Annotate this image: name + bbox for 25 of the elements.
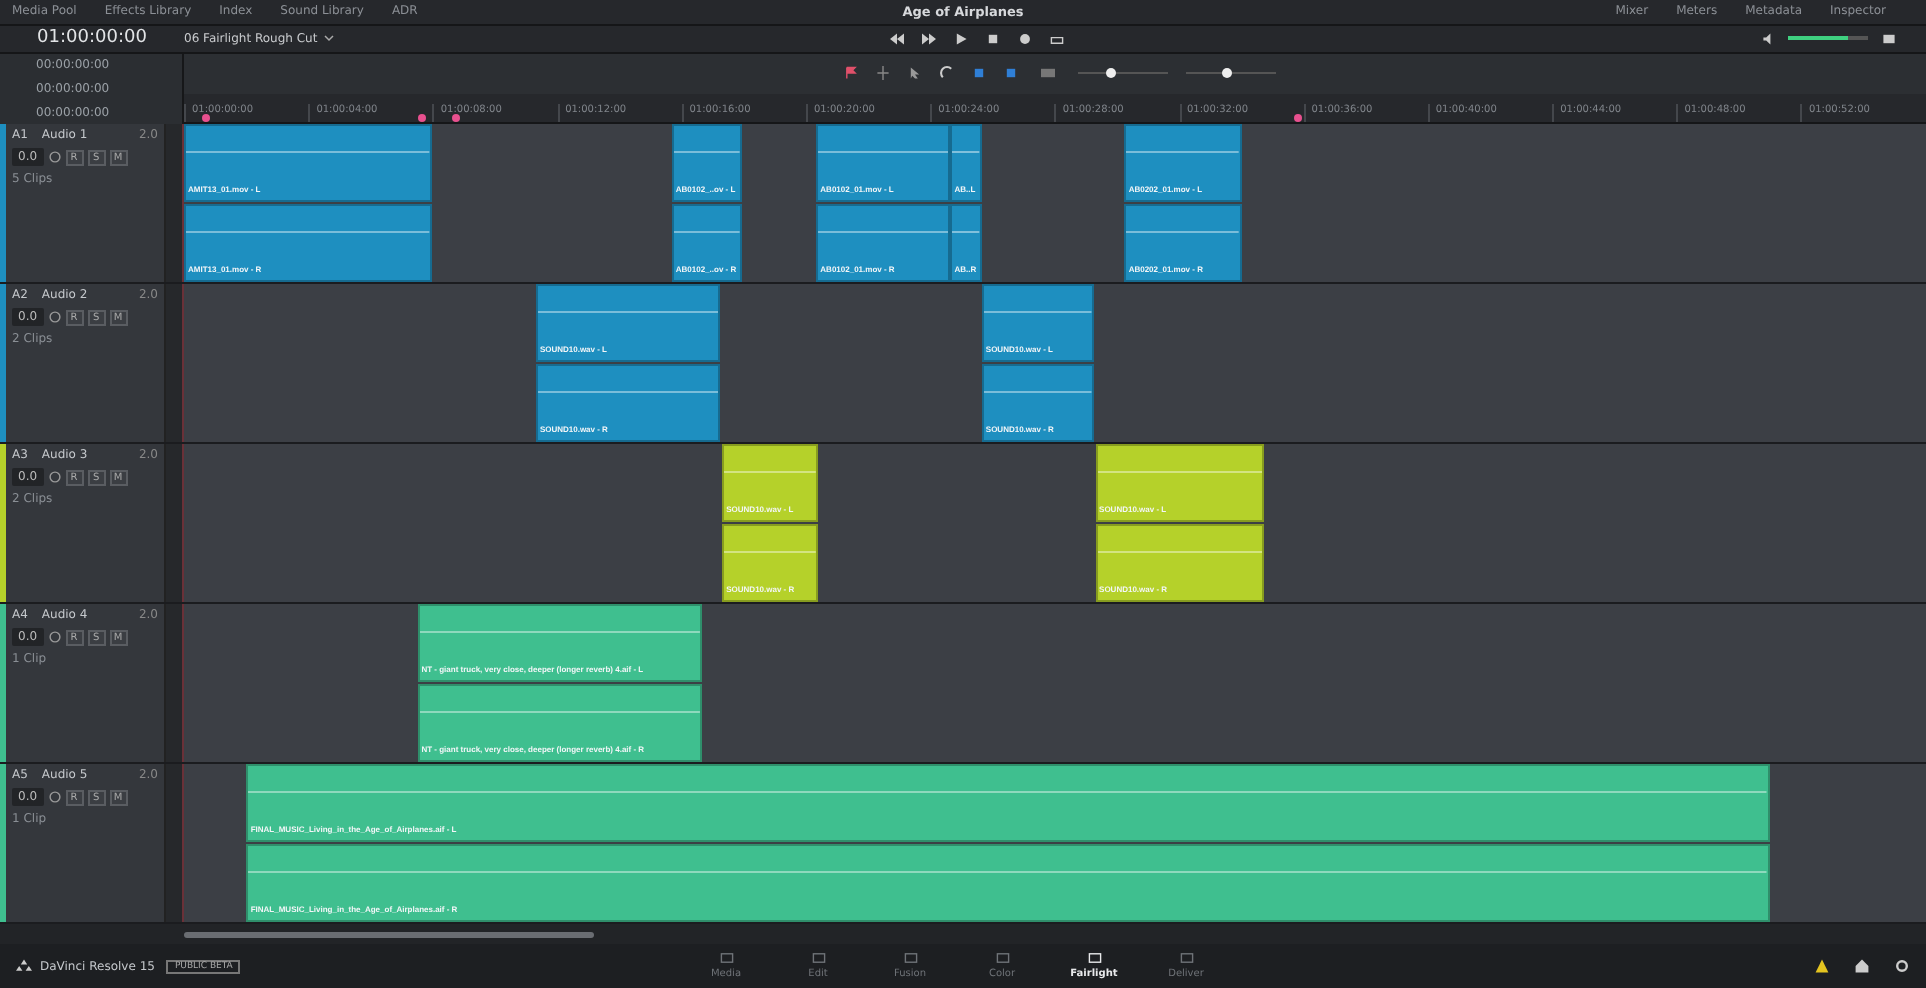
rewind-icon[interactable] bbox=[890, 31, 904, 46]
marker[interactable] bbox=[1294, 114, 1302, 123]
volume-slider[interactable] bbox=[1788, 36, 1868, 41]
fast-forward-icon[interactable] bbox=[922, 31, 936, 46]
app-logo-icon[interactable] bbox=[16, 958, 32, 975]
chevron-down-icon[interactable] bbox=[323, 34, 334, 43]
play-icon[interactable] bbox=[954, 31, 968, 46]
marker[interactable] bbox=[202, 114, 210, 123]
warning-icon[interactable] bbox=[1814, 958, 1830, 975]
speaker-icon[interactable] bbox=[1762, 31, 1776, 46]
page-icon bbox=[811, 952, 825, 965]
page-icon bbox=[995, 952, 1009, 965]
marker[interactable] bbox=[452, 114, 460, 123]
home-icon[interactable] bbox=[1854, 958, 1870, 975]
marker[interactable] bbox=[418, 114, 426, 123]
scrollbar[interactable] bbox=[184, 931, 594, 938]
flag-icon[interactable] bbox=[844, 66, 858, 81]
stop-icon[interactable] bbox=[986, 31, 1000, 46]
record-icon[interactable] bbox=[1018, 31, 1032, 46]
page-icon bbox=[1179, 952, 1193, 965]
timecode: 01:00:00:00 bbox=[35, 28, 149, 49]
page-icon bbox=[903, 952, 917, 965]
page-icon bbox=[1087, 952, 1101, 965]
page-icon bbox=[719, 952, 733, 965]
select-icon[interactable] bbox=[908, 66, 922, 81]
